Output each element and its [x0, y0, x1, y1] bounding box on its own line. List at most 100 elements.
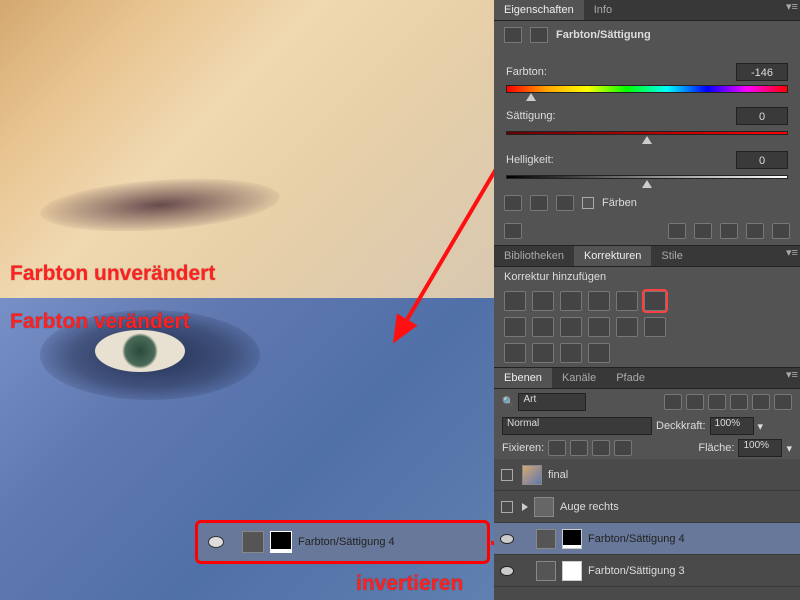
threshold-icon[interactable]	[532, 343, 554, 363]
visibility-toggle[interactable]	[501, 501, 513, 513]
callout-layer-name: Farbton/Sättigung 4	[298, 536, 395, 548]
filter-adj-icon[interactable]	[686, 394, 704, 410]
folder-icon	[534, 497, 554, 517]
adj-layer-thumb	[536, 561, 556, 581]
layer-filter-select[interactable]: Art	[518, 393, 586, 411]
canvas[interactable]: Farbton unverändert Farbton verändert in…	[0, 0, 494, 600]
panel-menu-icon[interactable]: ▾≡	[784, 0, 800, 20]
visibility-icon	[208, 536, 224, 548]
gradient-map-icon[interactable]	[588, 343, 610, 363]
tab-info[interactable]: Info	[584, 0, 622, 20]
lock-label: Fixieren:	[502, 442, 544, 454]
add-adj-label: Korrektur hinzufügen	[494, 267, 800, 287]
vibrance-icon[interactable]	[616, 291, 638, 311]
adj-thumb-icon	[242, 531, 264, 553]
tab-ebenen[interactable]: Ebenen	[494, 368, 552, 388]
color-lookup-icon[interactable]	[616, 317, 638, 337]
panel-menu-icon[interactable]: ▾≡	[784, 246, 800, 266]
hue-sat-icon	[504, 27, 522, 43]
properties-tabs: Eigenschaften Info ▾≡	[494, 0, 800, 21]
lock-transparent-icon[interactable]	[548, 440, 566, 456]
filter-toggle-icon[interactable]	[774, 394, 792, 410]
sat-label: Sättigung:	[506, 110, 736, 122]
layer-thumb	[522, 465, 542, 485]
panel-menu-icon[interactable]: ▾≡	[784, 368, 800, 388]
opacity-value[interactable]: 100%	[710, 417, 754, 435]
bw-icon[interactable]	[532, 317, 554, 337]
properties-header: Farbton/Sättigung	[494, 21, 800, 49]
blend-mode-select[interactable]: Normal	[502, 417, 652, 435]
filter-pixel-icon[interactable]	[664, 394, 682, 410]
trash-icon[interactable]	[772, 223, 790, 239]
colorize-checkbox[interactable]	[582, 197, 594, 209]
table-row[interactable]: Auge rechts	[494, 491, 800, 523]
properties-title: Farbton/Sättigung	[556, 29, 651, 41]
table-row[interactable]: Farbton/Sättigung 3	[494, 555, 800, 587]
fill-label: Fläche:	[698, 442, 734, 454]
layer-mask-thumb[interactable]	[562, 561, 582, 581]
lock-position-icon[interactable]	[592, 440, 610, 456]
lig-label: Helligkeit:	[506, 154, 736, 166]
sat-value[interactable]: 0	[736, 107, 788, 125]
eyedropper-minus-icon[interactable]	[556, 195, 574, 211]
chevron-down-icon[interactable]: ▾	[786, 442, 792, 455]
layers-list: final Auge rechts Farbton/Sättigung 4	[494, 459, 800, 600]
tab-korrekturen[interactable]: Korrekturen	[574, 246, 651, 266]
clip-to-layer-icon[interactable]	[668, 223, 686, 239]
annot-invert: invertieren	[356, 572, 463, 596]
selective-color-icon[interactable]	[560, 343, 582, 363]
layer-name: Farbton/Sättigung 3	[588, 565, 685, 577]
reset-icon[interactable]	[720, 223, 738, 239]
hue-slider[interactable]	[506, 83, 788, 97]
layer-mask-thumb	[270, 531, 292, 553]
posterize-icon[interactable]	[504, 343, 526, 363]
tab-pfade[interactable]: Pfade	[606, 368, 655, 388]
filter-type-icon[interactable]	[708, 394, 726, 410]
search-icon[interactable]: 🔍	[502, 397, 514, 408]
filter-smart-icon[interactable]	[752, 394, 770, 410]
lock-image-icon[interactable]	[570, 440, 588, 456]
hue-label: Farbton:	[506, 66, 736, 78]
table-row[interactable]: final	[494, 459, 800, 491]
tab-stile[interactable]: Stile	[651, 246, 692, 266]
chevron-down-icon[interactable]: ▾	[758, 420, 764, 433]
exposure-icon[interactable]	[588, 291, 610, 311]
sat-slider[interactable]	[506, 127, 788, 141]
hue-sat-adj-icon[interactable]	[644, 291, 666, 311]
tab-eigenschaften[interactable]: Eigenschaften	[494, 0, 584, 20]
lock-all-icon[interactable]	[614, 440, 632, 456]
lig-value[interactable]: 0	[736, 151, 788, 169]
layer-mask-thumb[interactable]	[562, 529, 582, 549]
hue-value[interactable]: -146	[736, 63, 788, 81]
fill-value[interactable]: 100%	[738, 439, 782, 457]
photo-filter-icon[interactable]	[560, 317, 582, 337]
eyedropper-icon[interactable]	[504, 195, 522, 211]
visibility-icon[interactable]	[500, 534, 514, 544]
toggle-vis-icon[interactable]	[746, 223, 764, 239]
filter-shape-icon[interactable]	[730, 394, 748, 410]
prev-state-icon[interactable]	[694, 223, 712, 239]
visibility-icon[interactable]	[500, 566, 514, 576]
tab-bibliotheken[interactable]: Bibliotheken	[494, 246, 574, 266]
adj-grid	[494, 287, 694, 367]
eyedropper-plus-icon[interactable]	[530, 195, 548, 211]
curves-icon[interactable]	[560, 291, 582, 311]
targeted-adj-icon[interactable]	[504, 223, 522, 239]
invert-icon[interactable]	[644, 317, 666, 337]
right-panels: Eigenschaften Info ▾≡ Farbton/Sättigung …	[494, 0, 800, 600]
layer-callout: Farbton/Sättigung 4	[195, 520, 490, 564]
colorize-label: Färben	[602, 197, 637, 209]
channel-mixer-icon[interactable]	[588, 317, 610, 337]
visibility-toggle[interactable]	[501, 469, 513, 481]
group-disclosure-icon[interactable]	[522, 503, 528, 511]
annot-unchanged: Farbton unverändert	[10, 262, 215, 286]
adj-layer-thumb	[536, 529, 556, 549]
levels-icon[interactable]	[532, 291, 554, 311]
table-row[interactable]: Farbton/Sättigung 4	[494, 523, 800, 555]
color-balance-icon[interactable]	[504, 317, 526, 337]
layer-name: final	[548, 469, 568, 481]
brightness-icon[interactable]	[504, 291, 526, 311]
lig-slider[interactable]	[506, 171, 788, 185]
tab-kanaele[interactable]: Kanäle	[552, 368, 606, 388]
annot-changed: Farbton verändert	[10, 310, 190, 334]
